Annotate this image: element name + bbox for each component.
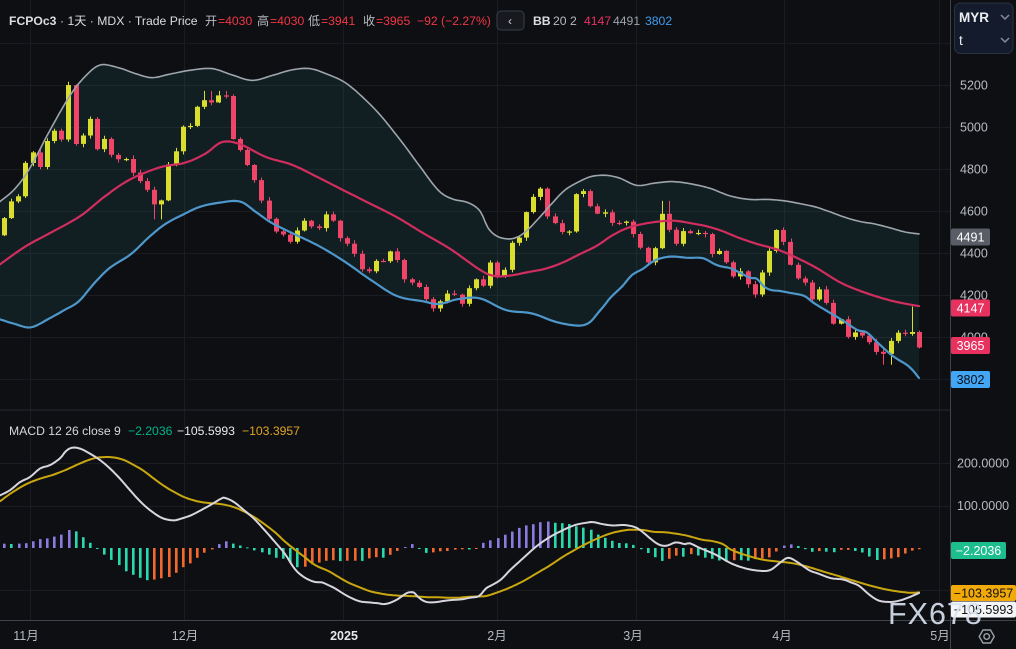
svg-text:开: 开 (205, 14, 217, 28)
svg-text:FCPOc3: FCPOc3 (9, 14, 57, 28)
svg-text:2025: 2025 (330, 629, 358, 643)
svg-text:低: 低 (308, 14, 320, 28)
svg-text:20 2: 20 2 (553, 14, 577, 28)
svg-text:−2.2036: −2.2036 (128, 424, 173, 438)
svg-text:200.0000: 200.0000 (957, 456, 1009, 470)
svg-text:4147: 4147 (957, 301, 985, 315)
svg-text:4491: 4491 (957, 230, 985, 244)
svg-text:−105.5993: −105.5993 (177, 424, 235, 438)
svg-text:5月: 5月 (930, 629, 949, 643)
svg-text:t: t (959, 33, 963, 48)
svg-text:12月: 12月 (172, 629, 198, 643)
svg-text:=3941: =3941 (321, 14, 355, 28)
svg-text:3802: 3802 (957, 373, 985, 387)
svg-text:· 1天 · MDX · Trade Price: · 1天 · MDX · Trade Price (60, 14, 198, 28)
svg-text:100.0000: 100.0000 (957, 499, 1009, 513)
svg-text:高: 高 (257, 13, 269, 28)
svg-text:BB: BB (533, 14, 551, 28)
svg-text:11月: 11月 (13, 629, 38, 643)
svg-text:‹: ‹ (508, 14, 512, 28)
svg-text:收: 收 (363, 14, 375, 28)
svg-text:4800: 4800 (960, 162, 988, 176)
svg-text:3802: 3802 (645, 14, 672, 28)
svg-text:4491: 4491 (613, 14, 640, 28)
svg-text:4400: 4400 (960, 246, 988, 260)
svg-text:4147: 4147 (584, 14, 611, 28)
svg-text:MACD 12 26 close 9: MACD 12 26 close 9 (9, 424, 121, 438)
svg-text:5000: 5000 (960, 120, 988, 134)
svg-text:3月: 3月 (623, 629, 642, 643)
svg-text:=3965: =3965 (376, 14, 410, 28)
svg-text:5200: 5200 (960, 78, 988, 92)
svg-text:=4030: =4030 (218, 14, 252, 28)
svg-text:2月: 2月 (487, 629, 506, 643)
svg-text:3965: 3965 (957, 339, 985, 353)
svg-text:−103.3957: −103.3957 (242, 424, 300, 438)
svg-text:−92 (−2.27%): −92 (−2.27%) (417, 14, 491, 28)
svg-text:=4030: =4030 (270, 14, 304, 28)
svg-text:4600: 4600 (960, 204, 988, 218)
svg-text:MYR: MYR (959, 10, 989, 25)
svg-text:−2.2036: −2.2036 (956, 544, 1002, 558)
svg-text:FX678: FX678 (888, 597, 983, 631)
svg-text:4月: 4月 (772, 629, 791, 643)
